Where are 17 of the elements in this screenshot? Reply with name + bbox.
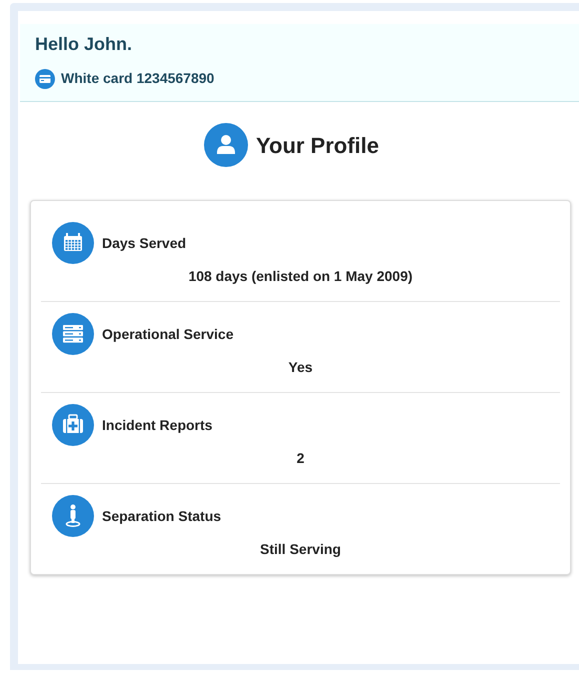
- page-title: Your Profile: [256, 132, 380, 160]
- item-label: Days Served: [102, 234, 186, 253]
- item-value: 2: [296, 449, 304, 468]
- person-icon: [52, 495, 94, 537]
- server-icon: [52, 313, 94, 355]
- item-value: Yes: [288, 358, 313, 377]
- item-label: Separation Status: [102, 506, 222, 526]
- item-value: 108 days (enlisted on 1 May 2009): [188, 267, 413, 286]
- item-label: Operational Service: [102, 324, 234, 344]
- credit-card-icon: [35, 68, 55, 88]
- medkit-icon: [52, 404, 94, 446]
- item-label: Incident Reports: [102, 416, 212, 435]
- item-value: Still Serving: [260, 540, 341, 559]
- user-icon: [204, 123, 248, 167]
- calendar-icon: [52, 222, 94, 264]
- greeting-heading: Hello John.: [35, 33, 134, 56]
- card-number: White card 1234567890: [61, 69, 214, 88]
